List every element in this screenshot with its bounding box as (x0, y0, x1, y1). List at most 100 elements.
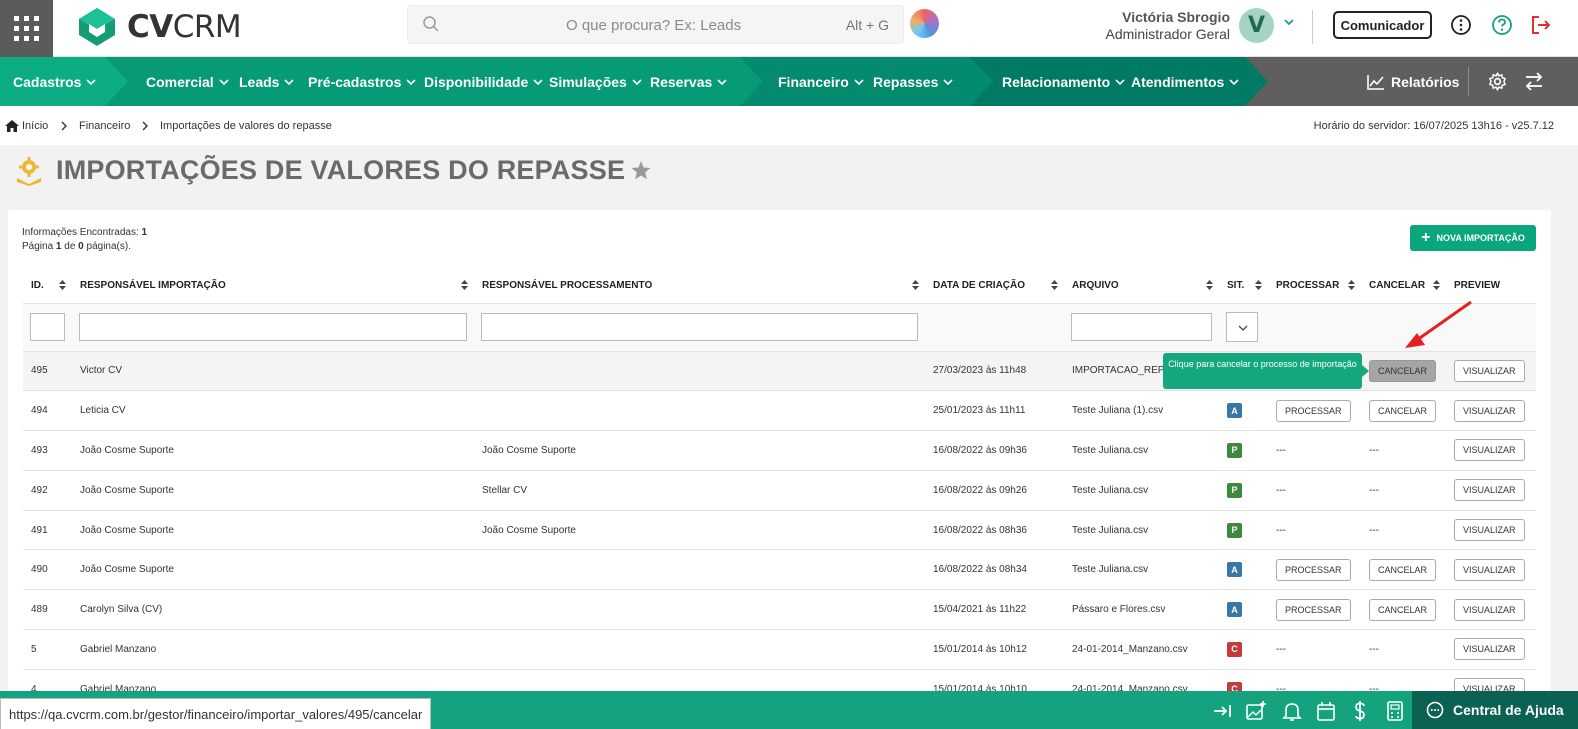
filter-id-input[interactable] (30, 313, 65, 341)
chart-line-icon (1367, 74, 1384, 90)
cell-resp-importacao: Carolyn Silva (CV) (72, 589, 474, 631)
cell-resp-processamento (474, 390, 925, 432)
sort-icon (59, 280, 66, 290)
chevron-right-icon (142, 121, 148, 131)
table-row: 493 João Cosme Suporte João Cosme Suport… (23, 430, 1536, 471)
image-add-icon[interactable] (1245, 700, 1267, 722)
filter-resp-processamento-input[interactable] (481, 313, 918, 341)
cell-resp-importacao: João Cosme Suporte (72, 470, 474, 511)
avatar[interactable]: V (1239, 8, 1274, 43)
nav-atendimentos[interactable]: Atendimentos (1131, 57, 1239, 106)
sort-icon (1051, 280, 1058, 290)
col-processar[interactable]: PROCESSAR (1268, 268, 1361, 304)
cancel-button[interactable]: CANCELAR (1369, 399, 1437, 422)
nav-relacionamento[interactable]: Relacionamento (1002, 57, 1125, 106)
preview-button[interactable]: VISUALIZAR (1454, 638, 1525, 661)
nav-simulacoes[interactable]: Simulações (549, 57, 642, 106)
status-badge: P (1227, 442, 1242, 458)
cancel-button[interactable]: CANCELAR (1369, 598, 1437, 621)
sort-icon (1433, 280, 1440, 290)
breadcrumb: Início Financeiro Importações de valores… (0, 106, 1578, 145)
preview-button[interactable]: VISUALIZAR (1454, 558, 1525, 581)
bell-icon[interactable] (1281, 700, 1303, 722)
calculator-icon[interactable] (1384, 700, 1406, 722)
logo-text: CVCRM (127, 9, 242, 45)
table-row: 490 João Cosme Suporte 16/08/2022 às 08h… (23, 549, 1536, 591)
table-row: 491 João Cosme Suporte João Cosme Suport… (23, 510, 1536, 551)
preview-button[interactable]: VISUALIZAR (1454, 598, 1525, 621)
nav-reservas[interactable]: Reservas (650, 57, 727, 106)
comunicador-button[interactable]: Comunicador (1333, 11, 1432, 39)
chevron-down-icon (1238, 325, 1248, 331)
divider (1312, 10, 1313, 44)
help-icon[interactable] (1491, 14, 1513, 36)
cell-resp-processamento: Stellar CV (474, 470, 925, 511)
dollar-icon[interactable] (1349, 700, 1371, 722)
cvcrm-logo[interactable]: CVCRM (77, 7, 242, 47)
preview-button[interactable]: VISUALIZAR (1454, 399, 1525, 422)
cell-arquivo: Pássaro e Flores.csv (1064, 589, 1219, 631)
nav-repasses[interactable]: Repasses (873, 57, 953, 106)
process-button[interactable]: PROCESSAR (1276, 558, 1351, 581)
collapse-right-icon[interactable] (1211, 700, 1233, 722)
swap-arrows-icon[interactable] (1524, 72, 1544, 91)
col-resp-processamento[interactable]: RESPONSÁVEL PROCESSAMENTO (474, 268, 925, 304)
preview-button[interactable]: VISUALIZAR (1454, 519, 1525, 542)
more-options-icon[interactable] (1450, 14, 1472, 36)
chevron-down-icon[interactable] (1283, 16, 1295, 28)
col-id[interactable]: ID. (23, 268, 72, 304)
cell-resp-processamento (474, 351, 925, 392)
preview-button[interactable]: VISUALIZAR (1454, 359, 1525, 382)
nav-financeiro[interactable]: Financeiro (778, 57, 864, 106)
cell-arquivo: Teste Juliana.csv (1064, 430, 1219, 471)
cell-data: 16/08/2022 às 08h34 (925, 549, 1064, 591)
col-data-criacao[interactable]: DATA DE CRIAÇÃO (925, 268, 1064, 304)
nav-comercial[interactable]: Comercial (146, 57, 229, 106)
server-time: Horário do servidor: 16/07/2025 13h16 - … (1313, 120, 1554, 132)
plus-icon: + (1421, 229, 1431, 246)
calendar-icon[interactable] (1315, 700, 1337, 722)
nav-relatorios[interactable]: Relatórios (1367, 57, 1459, 106)
ai-assistant-icon[interactable] (910, 9, 939, 38)
breadcrumb-financeiro[interactable]: Financeiro (79, 120, 130, 132)
nav-cadastros[interactable]: Cadastros (13, 57, 97, 106)
cell-resp-importacao: Victor CV (72, 351, 474, 392)
col-arquivo[interactable]: ARQUIVO (1064, 268, 1219, 304)
process-button[interactable]: PROCESSAR (1276, 399, 1351, 422)
preview-button[interactable]: VISUALIZAR (1454, 479, 1525, 502)
global-search[interactable]: O que procura? Ex: Leads Alt + G (407, 5, 904, 44)
chat-icon (1426, 701, 1444, 719)
cancel-button[interactable]: CANCELAR (1369, 359, 1437, 382)
preview-button[interactable]: VISUALIZAR (1454, 439, 1525, 462)
gear-icon[interactable] (1488, 72, 1507, 91)
apps-grid-icon[interactable] (0, 0, 53, 57)
logout-icon[interactable] (1530, 14, 1552, 36)
cell-data: 16/08/2022 às 09h36 (925, 430, 1064, 471)
status-url: https://qa.cvcrm.com.br/gestor/financeir… (0, 698, 432, 729)
filter-resp-importacao-input[interactable] (79, 313, 467, 341)
cancel-button[interactable]: CANCELAR (1369, 558, 1437, 581)
cell-id: 491 (23, 510, 72, 551)
col-resp-importacao[interactable]: RESPONSÁVEL IMPORTAÇÃO (72, 268, 474, 304)
new-import-button[interactable]: + NOVA IMPORTAÇÃO (1410, 225, 1536, 251)
user-info[interactable]: Victória Sbrogio Administrador Geral (1106, 9, 1231, 42)
star-icon[interactable] (631, 161, 651, 180)
nav-pre-cadastros[interactable]: Pré-cadastros (308, 57, 416, 106)
breadcrumb-home[interactable]: Início (5, 120, 48, 132)
nav-disponibilidade[interactable]: Disponibilidade (424, 57, 543, 106)
cell-processar: --- (1268, 470, 1361, 511)
cell-arquivo: Teste Juliana.csv (1064, 549, 1219, 591)
filter-arquivo-input[interactable] (1071, 313, 1212, 341)
status-badge: A (1227, 403, 1242, 419)
help-center-button[interactable]: Central de Ajuda (1412, 691, 1578, 729)
cell-cancelar: --- (1361, 470, 1446, 511)
col-situacao[interactable]: SIT. (1219, 268, 1268, 304)
filter-situacao-select[interactable] (1226, 312, 1258, 342)
table-row: 494 Leticia CV 25/01/2023 às 11h11 Teste… (23, 390, 1536, 432)
nav-leads[interactable]: Leads (239, 57, 295, 106)
filter-row (23, 303, 1536, 352)
cell-cancelar: --- (1361, 510, 1446, 551)
cell-resp-importacao: Leticia CV (72, 390, 474, 432)
main-nav: Cadastros Comercial Leads Pré-cadastros … (0, 57, 1578, 106)
process-button[interactable]: PROCESSAR (1276, 598, 1351, 621)
